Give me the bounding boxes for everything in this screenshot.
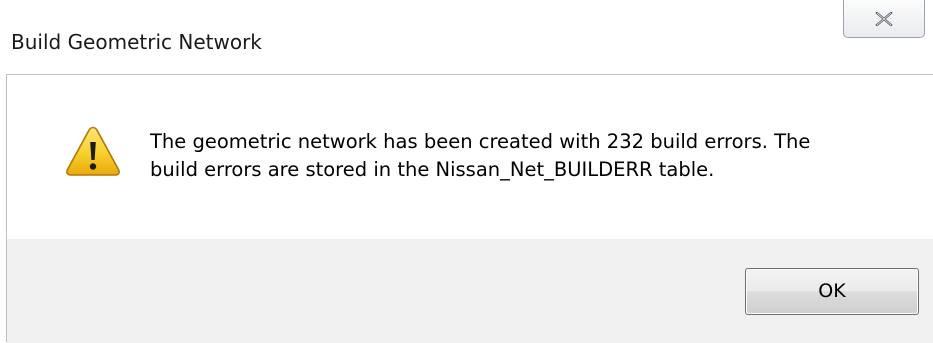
close-button[interactable] xyxy=(843,0,925,38)
close-icon xyxy=(875,12,893,26)
title-bar: Build Geometric Network xyxy=(0,0,933,74)
dialog-message: The geometric network has been created w… xyxy=(150,128,910,184)
button-bar: OK xyxy=(7,239,933,343)
message-area: The geometric network has been created w… xyxy=(7,75,933,239)
message-line-1: The geometric network has been created w… xyxy=(150,130,811,153)
ok-button[interactable]: OK xyxy=(745,268,919,315)
message-line-2: build errors are stored in the Nissan_Ne… xyxy=(150,158,715,181)
window-title: Build Geometric Network xyxy=(11,30,262,54)
dialog-client-area: The geometric network has been created w… xyxy=(6,74,933,343)
warning-icon xyxy=(66,126,120,176)
dialog-window: Build Geometric Network The geometric ne… xyxy=(0,0,933,343)
